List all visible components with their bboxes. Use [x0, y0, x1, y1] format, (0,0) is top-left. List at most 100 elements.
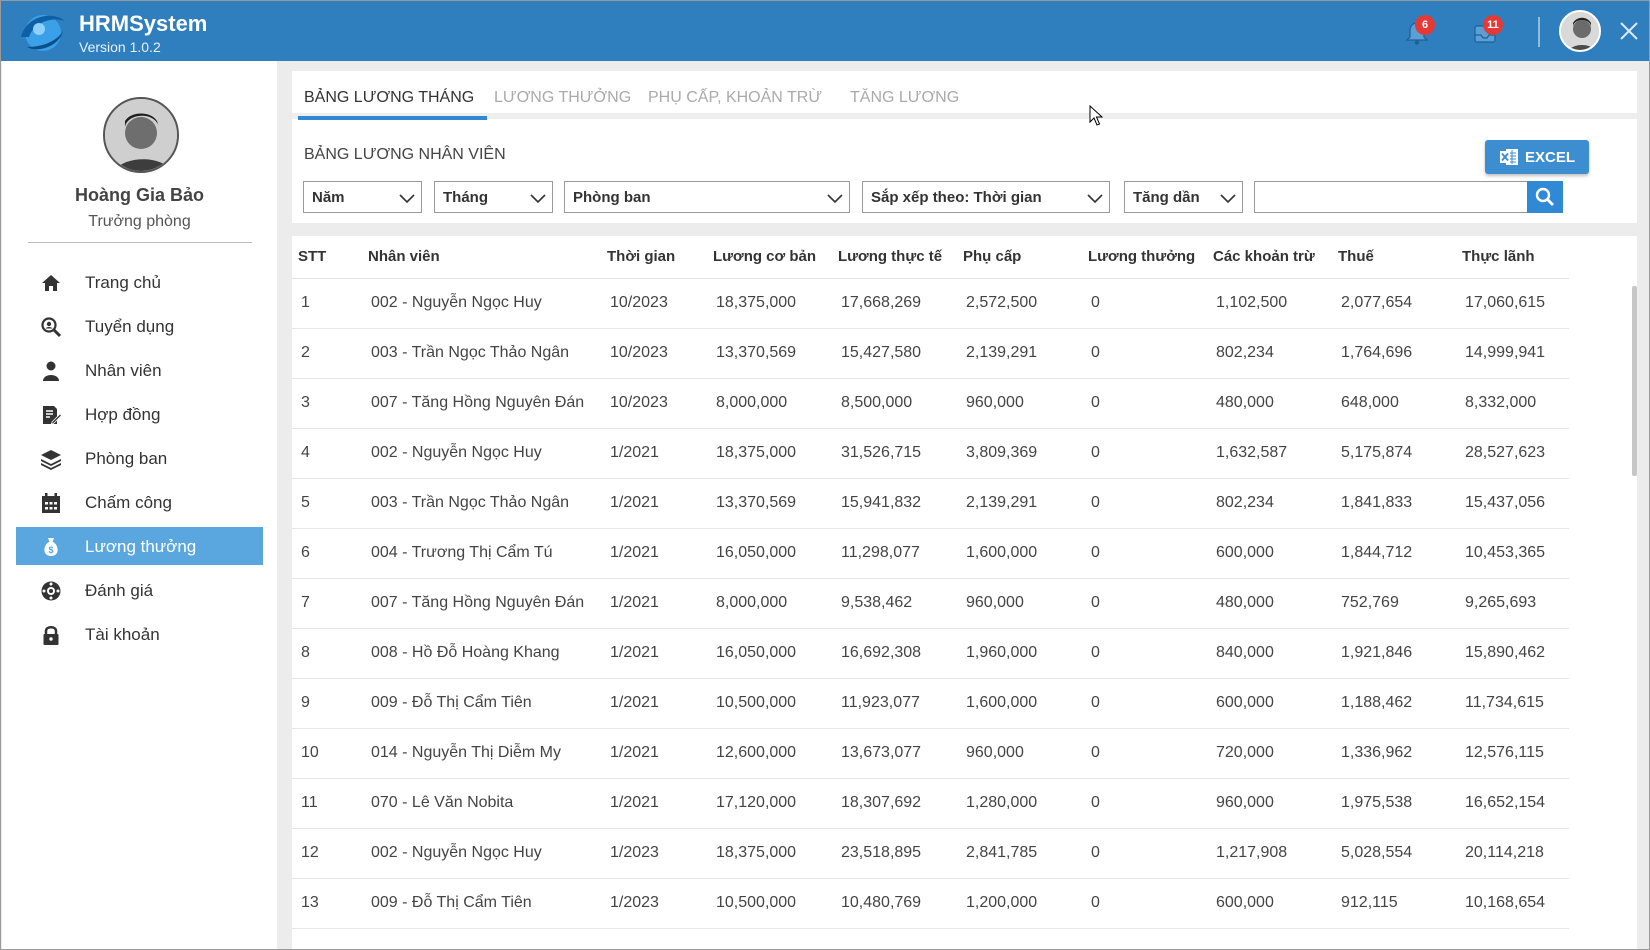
- cell-stt: 3: [292, 378, 362, 429]
- table-row[interactable]: 11 070 - Lê Văn Nobita 1/2021 17,120,000 18,…: [292, 778, 1569, 829]
- cell-net-pay: 20,114,218: [1453, 828, 1569, 879]
- cell-allowance: 1,600,000: [958, 528, 1083, 579]
- recruit-search-icon: [41, 317, 62, 338]
- table-row[interactable]: 10 014 - Nguyễn Thị Diễm My 1/2021 12,600,0…: [292, 728, 1569, 779]
- cell-employee: 007 - Tăng Hồng Nguyên Đán: [362, 578, 601, 629]
- column-header-employee[interactable]: Nhân viên: [362, 236, 601, 279]
- cell-deductions: 480,000: [1208, 578, 1333, 629]
- year-select-value: Năm: [312, 189, 345, 206]
- notifications-button[interactable]: 6: [1403, 15, 1435, 47]
- cell-deductions: 840,000: [1208, 628, 1333, 679]
- sidebar-item-account[interactable]: Tài khoản: [16, 615, 263, 653]
- column-header-period[interactable]: Thời gian: [601, 236, 708, 279]
- cell-bonus: 0: [1083, 478, 1208, 529]
- cell-base-salary: 18,375,000: [708, 278, 833, 329]
- column-header-tax[interactable]: Thuế: [1333, 236, 1453, 279]
- tab-bar: BẢNG LƯƠNG THÁNG LƯƠNG THƯỞNG PHỤ CẤP, K…: [292, 71, 1637, 120]
- cell-employee: 003 - Trần Ngọc Thảo Ngân: [362, 478, 601, 529]
- sidebar-item-payroll[interactable]: $ Lương thưởng: [16, 527, 263, 565]
- cell-bonus: 0: [1083, 328, 1208, 379]
- column-header-bonus[interactable]: Lương thưởng: [1083, 236, 1208, 279]
- sidebar-item-recruitment[interactable]: Tuyển dụng: [16, 307, 263, 345]
- sidebar-nav: Trang chủ Tuyển dụng Nhân viên Hợp đồng …: [16, 263, 263, 659]
- table-row[interactable]: 7 007 - Tăng Hồng Nguyên Đán 1/2021 8,000,0…: [292, 578, 1569, 629]
- chevron-down-icon: [530, 194, 546, 204]
- column-header-stt[interactable]: STT: [292, 236, 362, 279]
- sidebar-item-label: Tài khoản: [85, 625, 160, 644]
- cell-net-pay: 12,576,115: [1453, 728, 1569, 779]
- chevron-down-icon: [1220, 194, 1236, 204]
- table-row[interactable]: 2 003 - Trần Ngọc Thảo Ngân 10/2023 13,370,…: [292, 328, 1569, 379]
- tab-monthly-payroll[interactable]: BẢNG LƯƠNG THÁNG: [304, 89, 474, 107]
- close-button[interactable]: [1615, 17, 1643, 45]
- sidebar-item-home[interactable]: Trang chủ: [16, 263, 263, 301]
- table-row[interactable]: 3 007 - Tăng Hồng Nguyên Đán 10/2023 8,000,…: [292, 378, 1569, 429]
- layers-icon: [41, 450, 61, 470]
- cell-stt: 4: [292, 428, 362, 479]
- cell-net-pay: 10,168,654: [1453, 878, 1569, 929]
- header-avatar[interactable]: [1559, 10, 1601, 52]
- table-row[interactable]: 13 009 - Đỗ Thị Cẩm Tiên 1/2023 10,500,000 1…: [292, 878, 1569, 929]
- cell-actual-salary: 9,538,462: [833, 578, 958, 629]
- table-row[interactable]: 4 002 - Nguyễn Ngọc Huy 1/2021 18,375,000 31…: [292, 428, 1569, 479]
- cell-employee: 007 - Tăng Hồng Nguyên Đán: [362, 378, 601, 429]
- cell-stt: 7: [292, 578, 362, 629]
- cell-employee: 002 - Nguyễn Ngọc Huy: [362, 278, 601, 329]
- cell-deductions: 600,000: [1208, 528, 1333, 579]
- export-excel-button[interactable]: EXCEL: [1485, 140, 1589, 174]
- cell-tax: 1,764,696: [1333, 328, 1453, 379]
- column-header-base-salary[interactable]: Lương cơ bản: [708, 236, 833, 279]
- table-row[interactable]: 12 002 - Nguyễn Ngọc Huy 1/2023 18,375,000 2…: [292, 828, 1569, 879]
- excel-icon: [1500, 149, 1518, 165]
- cell-net-pay: 15,437,056: [1453, 478, 1569, 529]
- sidebar-item-label: Hợp đồng: [85, 405, 161, 424]
- user-photo-icon: [105, 99, 177, 171]
- tab-allowance-deduction[interactable]: PHỤ CẤP, KHOẢN TRỪ: [648, 89, 822, 107]
- search-input[interactable]: [1254, 181, 1529, 213]
- cell-actual-salary: 8,500,000: [833, 378, 958, 429]
- cell-actual-salary: 17,668,269: [833, 278, 958, 329]
- sidebar-item-contracts[interactable]: Hợp đồng: [16, 395, 263, 433]
- titlebar-divider: [1538, 17, 1540, 47]
- search-button[interactable]: [1527, 181, 1563, 213]
- cell-base-salary: 13,370,569: [708, 478, 833, 529]
- cell-base-salary: 8,000,000: [708, 378, 833, 429]
- cell-deductions: 1,217,908: [1208, 828, 1333, 879]
- order-select[interactable]: Tăng dần: [1124, 181, 1243, 213]
- column-header-actual-salary[interactable]: Lương thực tế: [833, 236, 958, 279]
- table-row[interactable]: 5 003 - Trần Ngọc Thảo Ngân 1/2021 13,370,5…: [292, 478, 1569, 529]
- table-row[interactable]: 9 009 - Đỗ Thị Cẩm Tiên 1/2021 10,500,000 11…: [292, 678, 1569, 729]
- cell-allowance: 960,000: [958, 728, 1083, 779]
- month-select[interactable]: Tháng: [434, 181, 553, 213]
- cell-bonus: 0: [1083, 428, 1208, 479]
- cell-net-pay: 10,453,365: [1453, 528, 1569, 579]
- cell-stt: 8: [292, 628, 362, 679]
- table-row[interactable]: 6 004 - Trương Thị Cẩm Tú 1/2021 16,050,000…: [292, 528, 1569, 579]
- messages-button[interactable]: 11: [1471, 15, 1503, 47]
- column-header-net-pay[interactable]: Thực lãnh: [1453, 236, 1569, 279]
- department-select[interactable]: Phòng ban: [564, 181, 850, 213]
- cell-actual-salary: 11,298,077: [833, 528, 958, 579]
- tab-salary-increase[interactable]: TĂNG LƯƠNG: [850, 89, 959, 107]
- sidebar-item-departments[interactable]: Phòng ban: [16, 439, 263, 477]
- column-header-allowance[interactable]: Phụ cấp: [958, 236, 1083, 279]
- cell-stt: 9: [292, 678, 362, 729]
- lock-icon: [43, 626, 59, 645]
- table-row[interactable]: 1 002 - Nguyễn Ngọc Huy 10/2023 18,375,000 1…: [292, 278, 1569, 329]
- tab-bonus[interactable]: LƯƠNG THƯỞNG: [494, 89, 631, 107]
- cell-stt: 5: [292, 478, 362, 529]
- cell-base-salary: 17,120,000: [708, 778, 833, 829]
- cell-bonus: 0: [1083, 628, 1208, 679]
- cell-period: 1/2021: [601, 628, 708, 679]
- sidebar-item-evaluation[interactable]: Đánh giá: [16, 571, 263, 609]
- cell-allowance: 960,000: [958, 578, 1083, 629]
- table-row[interactable]: 8 008 - Hồ Đỗ Hoàng Khang 1/2021 16,050,000…: [292, 628, 1569, 679]
- sidebar-item-employees[interactable]: Nhân viên: [16, 351, 263, 389]
- vertical-scrollbar[interactable]: [1632, 286, 1637, 476]
- messages-badge: 11: [1483, 15, 1503, 35]
- sort-by-select[interactable]: Sắp xếp theo: Thời gian: [862, 181, 1110, 213]
- sidebar-item-attendance[interactable]: Chấm công: [16, 483, 263, 521]
- column-header-deductions[interactable]: Các khoản trừ: [1208, 236, 1333, 279]
- year-select[interactable]: Năm: [303, 181, 422, 213]
- sidebar-item-label: Nhân viên: [85, 361, 162, 380]
